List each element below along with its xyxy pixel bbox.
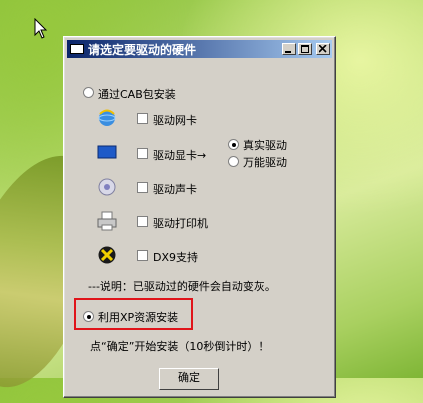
universal-driver-radio[interactable] bbox=[228, 156, 239, 167]
universal-driver-label: 万能驱动 bbox=[243, 156, 287, 169]
network-card-checkbox[interactable] bbox=[137, 113, 148, 124]
cd-speaker-icon bbox=[98, 178, 116, 196]
xp-install-radio[interactable] bbox=[83, 311, 94, 322]
display-card-checkbox[interactable] bbox=[137, 148, 148, 159]
real-driver-label: 真实驱动 bbox=[243, 139, 287, 152]
dialog-title: 请选定要驱动的硬件 bbox=[88, 42, 197, 57]
title-bar[interactable]: 请选定要驱动的硬件 bbox=[67, 40, 332, 58]
close-icon bbox=[319, 45, 327, 53]
sound-card-label: 驱动声卡 bbox=[153, 183, 197, 196]
xp-install-label: 利用XP资源安装 bbox=[98, 311, 179, 324]
cab-install-radio[interactable] bbox=[83, 87, 94, 98]
printer-icon bbox=[97, 211, 117, 231]
sound-card-checkbox[interactable] bbox=[137, 182, 148, 193]
dx9-checkbox[interactable] bbox=[137, 250, 148, 261]
directx-icon bbox=[98, 246, 116, 264]
ok-button[interactable]: 确定 bbox=[159, 368, 219, 390]
real-driver-radio[interactable] bbox=[228, 139, 239, 150]
network-globe-icon bbox=[98, 109, 116, 126]
mouse-cursor-icon bbox=[34, 18, 48, 39]
window-icon bbox=[70, 44, 84, 54]
close-button[interactable] bbox=[316, 43, 330, 55]
minimize-icon bbox=[285, 51, 291, 53]
countdown-hint: 点“确定”开始安装（10秒倒计时）！ bbox=[90, 340, 270, 353]
dx9-label: DX9支持 bbox=[153, 251, 199, 264]
maximize-button[interactable] bbox=[298, 43, 312, 55]
printer-checkbox[interactable] bbox=[137, 216, 148, 227]
maximize-icon bbox=[301, 45, 309, 53]
printer-label: 驱动打印机 bbox=[153, 217, 208, 230]
note-text: ---说明：已驱动过的硬件会自动变灰。 bbox=[88, 280, 276, 293]
monitor-icon bbox=[97, 145, 117, 159]
cab-install-label: 通过CAB包安装 bbox=[98, 88, 176, 101]
minimize-button[interactable] bbox=[282, 43, 296, 55]
display-card-label: 驱动显卡→ bbox=[153, 149, 207, 162]
network-card-label: 驱动网卡 bbox=[153, 114, 197, 127]
